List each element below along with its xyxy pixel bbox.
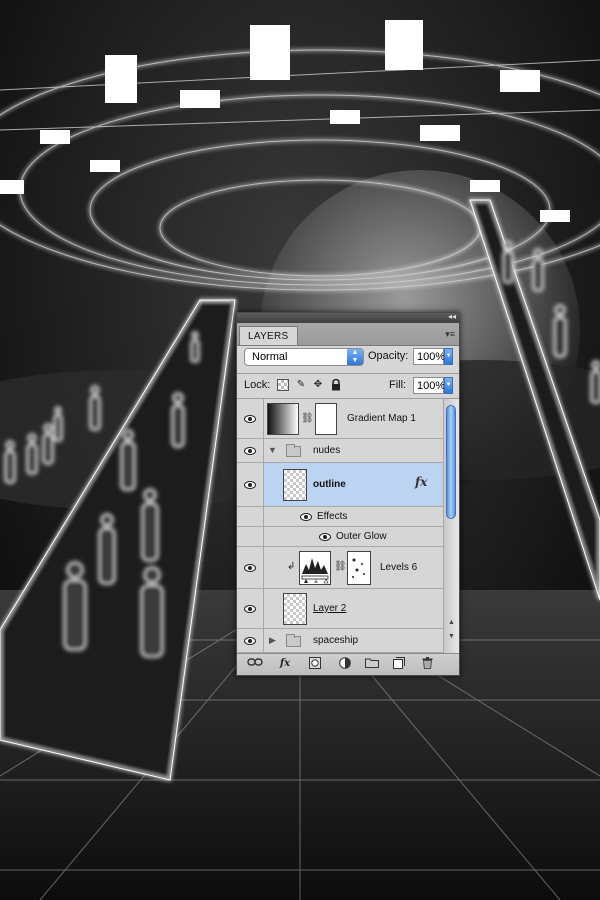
layer-name[interactable]: Levels 6 — [380, 562, 417, 573]
lock-transparent-icon[interactable] — [277, 379, 289, 391]
group-folder-icon — [286, 634, 301, 647]
blend-mode-value: Normal — [252, 351, 288, 363]
chain-link-icon[interactable]: ⛓ — [301, 413, 314, 424]
new-layer-icon[interactable] — [391, 657, 407, 671]
opacity-dropdown-icon[interactable]: ▼ — [444, 348, 453, 365]
layer-row-levels-6[interactable]: ↲ ⛓ Levels 6 — [237, 547, 443, 589]
expand-triangle-icon[interactable]: ▼ — [268, 445, 277, 455]
clipping-arrow-icon: ↲ — [287, 561, 296, 572]
eye-column-divider — [263, 629, 264, 652]
lock-image-brush-icon[interactable]: ✎ — [295, 379, 307, 391]
layer-row-nudes-group[interactable]: ▼ nudes — [237, 439, 443, 463]
visibility-eye-icon[interactable] — [244, 636, 256, 646]
layers-scrollbar[interactable]: ▲ ▼ — [443, 399, 459, 653]
layer-row-layer-2[interactable]: Layer 2 — [237, 589, 443, 629]
opacity-field[interactable]: 100% — [413, 348, 445, 365]
layer-thumbnail — [283, 593, 307, 625]
add-layer-mask-icon[interactable] — [307, 657, 323, 671]
lock-position-move-icon[interactable]: ✥ — [312, 379, 324, 391]
layers-list: ⛓ Gradient Map 1 ▼ nudes outline fx Effe… — [237, 399, 443, 653]
select-arrows-icon: ▲ ▼ — [347, 349, 363, 365]
eye-column-divider — [263, 589, 264, 628]
effect-visibility-eye-icon[interactable] — [319, 532, 331, 542]
chain-link-icon[interactable]: ⛓ — [334, 561, 347, 572]
fill-field[interactable]: 100% — [413, 377, 445, 394]
layer-row-effects[interactable]: Effects — [237, 507, 443, 527]
layer-row-outline[interactable]: outline fx — [237, 463, 443, 507]
panel-tab-bar: LAYERS ▾≡ — [237, 323, 459, 346]
blend-mode-select[interactable]: Normal ▲ ▼ — [244, 348, 364, 366]
group-folder-icon — [286, 444, 301, 457]
collapse-panel-icon[interactable]: ◂◂ — [448, 311, 456, 323]
lock-all-padlock-icon[interactable] — [330, 378, 342, 391]
eye-column-divider — [263, 439, 264, 462]
layer-name[interactable]: spaceship — [313, 635, 358, 646]
fill-dropdown-icon[interactable]: ▼ — [444, 377, 453, 394]
layers-bottom-toolbar: fx — [237, 653, 459, 675]
visibility-eye-icon[interactable] — [244, 446, 256, 456]
layer-effects-fx-icon[interactable]: fx — [415, 475, 427, 489]
eye-column-divider — [263, 399, 264, 438]
layer-row-outer-glow[interactable]: Outer Glow — [237, 527, 443, 547]
scrollbar-thumb[interactable] — [446, 405, 456, 519]
scroll-down-arrow-icon[interactable]: ▼ — [446, 633, 457, 640]
layer-mask-thumbnail[interactable] — [315, 403, 337, 435]
lock-label: Lock: — [244, 379, 271, 391]
layer-name[interactable]: outline — [313, 479, 346, 490]
link-layers-icon[interactable] — [247, 657, 263, 671]
layer-row-gradient-map-1[interactable]: ⛓ Gradient Map 1 — [237, 399, 443, 439]
scroll-up-arrow-icon[interactable]: ▲ — [446, 619, 457, 626]
effect-name[interactable]: Outer Glow — [336, 531, 387, 542]
layer-mask-thumbnail[interactable] — [347, 551, 371, 585]
layer-thumbnail — [283, 469, 307, 501]
visibility-eye-icon[interactable] — [244, 414, 256, 424]
eye-column-divider — [263, 527, 264, 546]
effects-visibility-eye-icon[interactable] — [300, 512, 312, 522]
visibility-eye-icon[interactable] — [244, 563, 256, 573]
opacity-label: Opacity: — [368, 350, 409, 362]
new-group-folder-icon[interactable] — [364, 657, 380, 671]
effects-label[interactable]: Effects — [317, 511, 347, 522]
layer-row-spaceship-group[interactable]: ▶ spaceship — [237, 629, 443, 653]
delete-layer-trash-icon[interactable] — [419, 657, 435, 671]
fill-label: Fill: — [389, 379, 407, 391]
panel-menu-icon[interactable]: ▾≡ — [445, 328, 455, 340]
blend-row: Normal ▲ ▼ Opacity: 100% ▼ — [237, 346, 459, 373]
lock-row: Lock: ✎ ✥ Fill: 100% ▼ — [237, 374, 459, 398]
new-adjustment-layer-icon[interactable] — [337, 657, 353, 671]
visibility-eye-icon[interactable] — [244, 480, 256, 490]
add-layer-style-fx-icon[interactable]: fx — [277, 657, 293, 671]
gradient-map-adjustment-icon — [267, 403, 299, 435]
visibility-eye-icon[interactable] — [244, 604, 256, 614]
tab-layers[interactable]: LAYERS — [239, 326, 298, 345]
layer-name[interactable]: Gradient Map 1 — [347, 413, 416, 424]
layers-panel: ◂◂ LAYERS ▾≡ Normal ▲ ▼ Opacity: 100% ▼ L… — [236, 312, 460, 676]
layer-name[interactable]: Layer 2 — [313, 603, 346, 614]
levels-adjustment-icon — [299, 551, 331, 585]
eye-column-divider — [263, 463, 264, 506]
panel-title-bar[interactable]: ◂◂ — [237, 311, 459, 323]
eye-column-divider — [263, 507, 264, 526]
eye-column-divider — [263, 547, 264, 588]
collapsed-triangle-icon[interactable]: ▶ — [269, 635, 276, 646]
layer-name[interactable]: nudes — [313, 445, 340, 456]
